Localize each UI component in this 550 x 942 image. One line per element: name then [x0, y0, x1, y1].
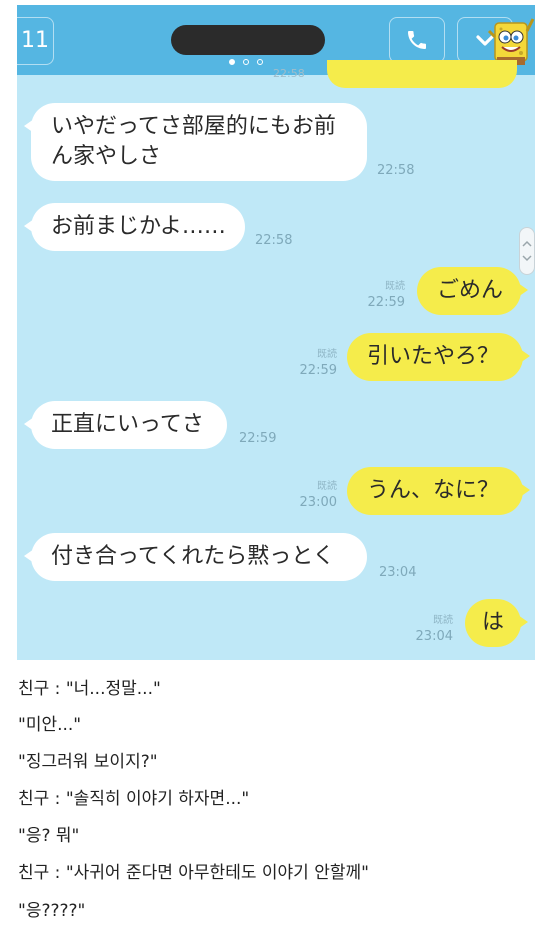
bubble-tail: [24, 549, 34, 563]
message-meta: 22:59: [239, 431, 276, 447]
message-time: 22:59: [367, 295, 405, 310]
read-receipt: 既読: [317, 349, 337, 360]
message-text: は: [481, 610, 504, 635]
message-meta: 23:04: [379, 565, 416, 581]
chat-screenshot: 11 22:58 いやだってさ部屋的にもお前ん家やしさ 22:58 お前まじかよ…: [17, 5, 535, 660]
message-time: 22:59: [239, 431, 277, 446]
message-text: 正直にいってさ: [51, 412, 204, 437]
translation-line: 친구 : "솔직히 이야기 하자면...": [18, 789, 250, 809]
bubble-tail: [24, 417, 34, 431]
bubble-tail: [520, 483, 530, 497]
message-time: 22:58: [377, 163, 415, 178]
page-dot: [257, 59, 263, 65]
message-time: 22:58: [255, 233, 293, 248]
message-text: 引いたやろ？: [367, 344, 500, 369]
page-dot: [243, 59, 249, 65]
message-time: 22:59: [299, 363, 337, 378]
redacted-chat-name: [171, 25, 325, 55]
phone-icon: [408, 31, 426, 49]
scroll-arrows-icon: [522, 240, 532, 262]
message-text: うん、なに？: [367, 478, 500, 503]
message-time: 23:04: [415, 629, 453, 644]
translation-line: "응? 뭐": [18, 826, 80, 846]
message-meta: 既読 23:00: [283, 479, 337, 511]
translation-line: "응????": [18, 901, 86, 921]
incoming-message: いやだってさ部屋的にもお前ん家やしさ: [24, 103, 367, 181]
message-time: 23:04: [379, 565, 417, 580]
message-meta: 既読 22:59: [353, 279, 405, 311]
message-meta: 22:58: [377, 163, 414, 179]
incoming-message: お前まじかよ……: [24, 203, 245, 251]
translation-line: 친구 : "너...정말...": [18, 679, 161, 699]
translation-line: "징그러워 보이지?": [18, 752, 158, 772]
scrollbar-handle[interactable]: [519, 227, 535, 275]
outgoing-message: 引いたやろ？: [347, 333, 530, 381]
bubble-tail: [518, 283, 528, 297]
bubble-tail: [520, 349, 530, 363]
outgoing-message: は: [465, 599, 528, 647]
page-indicator: [229, 59, 263, 65]
incoming-message: 正直にいってさ: [24, 401, 227, 449]
read-receipt: 既読: [317, 481, 337, 492]
incoming-message: 付き合ってくれたら黙っとく: [24, 533, 367, 581]
message-text: いやだってさ部屋的にもお前ん家やしさ: [51, 114, 336, 169]
message-meta: 22:58: [255, 233, 292, 249]
outgoing-bubble-clipped: [327, 60, 517, 88]
message-text: お前まじかよ……: [51, 214, 226, 239]
translation-line: 친구 : "사귀어 준다면 아무한테도 이야기 안할께": [18, 863, 369, 883]
bubble-tail: [24, 119, 34, 133]
message-meta: 既読 23:04: [401, 613, 453, 645]
message-text: 付き合ってくれたら黙っとく: [51, 544, 335, 569]
outgoing-message: うん、なに？: [347, 467, 530, 515]
translation-line: "미안...": [18, 715, 82, 735]
outgoing-message: ごめん: [417, 267, 528, 315]
message-time: 23:00: [299, 495, 337, 510]
bubble-tail: [518, 615, 528, 629]
page-dot-active: [229, 59, 235, 65]
read-receipt: 既読: [385, 281, 405, 292]
message-meta: 既読 22:59: [283, 347, 337, 379]
message-time: 22:58: [273, 67, 305, 80]
read-receipt: 既読: [433, 615, 453, 626]
back-button[interactable]: 11: [17, 17, 54, 65]
message-text: ごめん: [437, 278, 504, 303]
bubble-tail: [24, 219, 34, 233]
call-button[interactable]: [389, 17, 445, 63]
